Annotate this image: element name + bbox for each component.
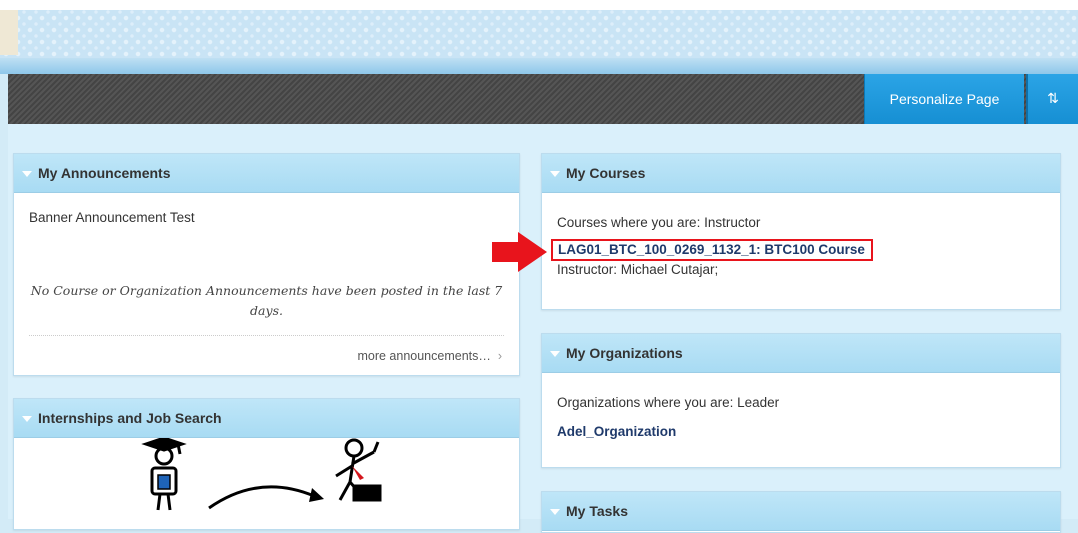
course-link[interactable]: LAG01_BTC_100_0269_1132_1: BTC100 Course	[558, 242, 865, 257]
collapse-triangle-icon[interactable]	[22, 170, 32, 177]
more-announcements-link[interactable]: more announcements… ›	[357, 349, 502, 363]
internship-illustration	[141, 438, 382, 511]
my-courses-module: My Courses Courses where you are: Instru…	[541, 153, 1061, 310]
organizations-role-text: Organizations where you are: Leader	[557, 395, 780, 410]
divider	[29, 335, 504, 336]
module-title: My Organizations	[566, 345, 683, 361]
no-announcements-message: No Course or Organization Announcements …	[30, 283, 503, 318]
banner-left-accent	[0, 10, 18, 55]
course-highlight-box: LAG01_BTC_100_0269_1132_1: BTC100 Course	[551, 239, 873, 261]
module-header[interactable]: My Courses	[542, 154, 1060, 193]
reorder-icon: ⇅	[1047, 91, 1059, 107]
reorder-modules-button[interactable]: ⇅	[1026, 74, 1078, 124]
page-toolbar: Personalize Page ⇅	[8, 74, 1078, 124]
module-title: My Courses	[566, 165, 646, 181]
my-tasks-module: My Tasks	[541, 491, 1061, 533]
course-instructor: Instructor: Michael Cutajar;	[557, 262, 719, 277]
my-announcements-module: My Announcements Banner Announcement Tes…	[13, 153, 520, 376]
business-figure-icon	[335, 438, 382, 502]
internships-module: Internships and Job Search	[13, 398, 520, 530]
courses-role-text: Courses where you are: Instructor	[557, 215, 761, 230]
collapse-triangle-icon[interactable]	[550, 170, 560, 177]
module-header[interactable]: My Tasks	[542, 492, 1060, 531]
module-header[interactable]: My Announcements	[14, 154, 519, 193]
my-organizations-module: My Organizations Organizations where you…	[541, 333, 1061, 468]
graduate-figure-icon	[141, 438, 187, 511]
collapse-triangle-icon[interactable]	[550, 350, 560, 357]
banner-bottom-stripe	[0, 58, 1078, 74]
module-header[interactable]: Internships and Job Search	[14, 399, 519, 438]
header-banner	[0, 0, 1078, 74]
module-title: Internships and Job Search	[38, 410, 222, 426]
curved-arrow-icon	[208, 485, 315, 510]
collapse-triangle-icon[interactable]	[550, 508, 560, 515]
red-arrow-icon	[492, 232, 547, 272]
module-title: My Tasks	[566, 503, 628, 519]
module-title: My Announcements	[38, 165, 171, 181]
organization-link[interactable]: Adel_Organization	[557, 424, 676, 439]
module-header[interactable]: My Organizations	[542, 334, 1060, 373]
personalize-page-button[interactable]: Personalize Page	[864, 74, 1024, 124]
chevron-right-icon: ›	[497, 349, 502, 363]
banner-top-strip	[0, 0, 1078, 10]
collapse-triangle-icon[interactable]	[22, 415, 32, 422]
banner-announcement: Banner Announcement Test	[29, 210, 195, 225]
